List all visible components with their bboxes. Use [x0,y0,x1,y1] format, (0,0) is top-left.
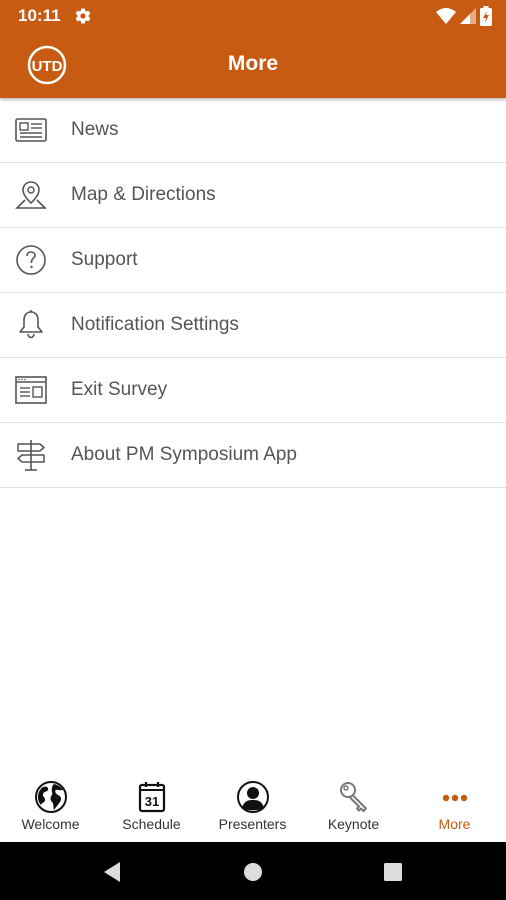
calendar-icon: 31 [138,782,166,813]
more-menu-list: News Map & Directions Support Notificati… [0,98,506,488]
nav-label: Schedule [122,816,181,832]
menu-item-label: Map & Directions [71,184,216,205]
map-pin-icon [15,181,47,209]
person-icon [237,781,269,813]
question-circle-icon [16,245,46,275]
signpost-icon [17,440,45,471]
nav-schedule[interactable]: 31 Schedule [101,776,202,842]
nav-label: Presenters [218,816,287,832]
newspaper-icon [15,118,47,142]
status-indicators [436,6,492,26]
menu-item-label: Notification Settings [71,314,239,335]
menu-item-label: About PM Symposium App [71,444,297,465]
nav-keynote[interactable]: Keynote [303,776,404,842]
globe-icon [35,781,67,813]
nav-label: Welcome [21,816,80,832]
menu-item-label: Exit Survey [71,379,168,400]
nav-more[interactable]: More [404,776,505,842]
status-time: 10:11 [18,6,61,25]
menu-item-news[interactable]: News [0,98,506,163]
back-icon[interactable] [100,859,126,885]
menu-item-exit-survey[interactable]: Exit Survey [0,358,506,423]
more-dots-icon [442,794,468,802]
nav-label: Keynote [327,816,380,832]
app-bar: UTD More [0,32,506,98]
bell-icon [19,310,43,339]
page-title: More [227,52,279,75]
nav-label: More [438,816,471,832]
menu-item-about[interactable]: About PM Symposium App [0,423,506,488]
top-app-bar: 10:11 UTD More [0,0,506,98]
nav-presenters[interactable]: Presenters [202,776,303,842]
battery-icon [480,6,492,26]
settings-gear-icon [75,8,91,24]
menu-item-label: Support [71,249,138,270]
key-icon [340,782,367,812]
wifi-icon [436,8,456,24]
menu-item-support[interactable]: Support [0,228,506,293]
menu-item-notification-settings[interactable]: Notification Settings [0,293,506,358]
status-bar: 10:11 [0,0,506,32]
cell-signal-icon [460,8,476,24]
calendar-day: 31 [145,794,159,809]
system-navigation-bar [0,842,506,900]
bottom-navigation: Welcome 31 Schedule Presenters Keynote M… [0,776,506,842]
home-icon[interactable] [240,859,266,885]
menu-item-map-directions[interactable]: Map & Directions [0,163,506,228]
survey-form-icon [15,376,47,404]
nav-welcome[interactable]: Welcome [0,776,101,842]
menu-item-label: News [71,119,119,140]
recents-icon[interactable] [380,859,406,885]
